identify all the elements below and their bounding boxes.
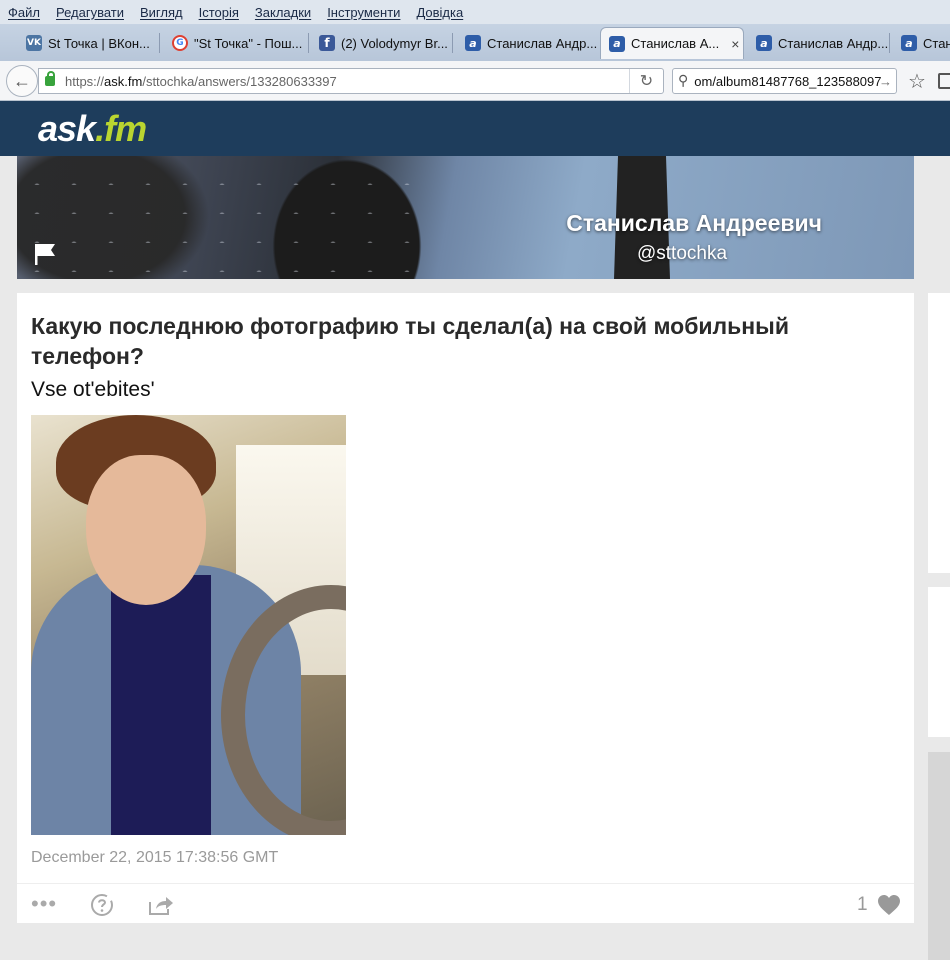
search-icon: ⚲ [678, 73, 689, 89]
url-bar[interactable]: https://ask.fm/sttochka/answers/13328063… [38, 68, 664, 94]
like-count: 1 [857, 894, 868, 915]
logo-suffix: .fm [95, 108, 147, 149]
tab-separator [308, 33, 309, 53]
google-icon: G [172, 35, 188, 51]
bookmark-star-icon[interactable]: ☆ [908, 69, 926, 93]
tab-separator [159, 33, 160, 53]
tab-label: Станислав Андр... [487, 35, 598, 51]
askfm-icon: a [901, 35, 917, 51]
menu-edit[interactable]: Редагувати [56, 5, 124, 20]
menu-file[interactable]: Файл [8, 5, 40, 20]
heart-icon[interactable] [877, 894, 901, 916]
tab-google[interactable]: G "St Точка" - Пош... [164, 27, 309, 59]
url-host: ask.fm [104, 73, 143, 89]
profile-handle[interactable]: @sttochka [602, 243, 762, 265]
url-text[interactable]: https://ask.fm/sttochka/answers/13328063… [65, 74, 337, 89]
tab-askfm-active[interactable]: a Станислав А... × [600, 27, 744, 59]
search-input[interactable]: ⚲ om/album81487768_123588097 → [672, 68, 897, 94]
tab-label: (2) Volodymyr Br... [341, 35, 448, 51]
bookmarks-menu-icon[interactable] [938, 73, 950, 89]
answer-photo[interactable] [31, 415, 346, 835]
tab-separator [889, 33, 890, 53]
answer-timestamp[interactable]: December 22, 2015 17:38:56 GMT [31, 849, 278, 867]
sidebar-panel [928, 752, 950, 960]
tab-label: Станислав А... [631, 36, 720, 51]
menu-bookmarks[interactable]: Закладки [255, 5, 311, 20]
tab-label: St Точка | ВКон... [48, 35, 150, 51]
answer-card: Какую последнюю фотографию ты сделал(а) … [17, 293, 914, 923]
askfm-icon: a [609, 35, 625, 52]
photo-shirt [111, 575, 211, 835]
sidebar-card [928, 587, 950, 737]
logo-main: ask [38, 108, 96, 149]
sidebar-card [928, 293, 950, 573]
vk-icon: VK [26, 35, 42, 51]
tab-label: Станислав Андр... [778, 35, 889, 51]
tab-label: "St Точка" - Пош... [194, 35, 303, 51]
profile-name[interactable]: Станислав Андреевич [542, 210, 822, 237]
tab-askfm-4[interactable]: a Стан [893, 27, 950, 59]
more-icon[interactable]: ••• [31, 893, 57, 915]
askfm-icon: a [465, 35, 481, 51]
menu-history[interactable]: Історія [199, 5, 239, 20]
lock-icon [45, 71, 55, 86]
tab-strip: VK St Точка | ВКон... G "St Точка" - Пош… [0, 24, 950, 61]
cover-snow-texture [17, 156, 437, 279]
share-icon[interactable] [148, 894, 174, 916]
askfm-logo[interactable]: ask.fm [38, 108, 147, 150]
search-go-icon[interactable]: → [879, 74, 892, 89]
photo-face [86, 455, 206, 605]
tab-askfm-3[interactable]: a Станислав Андр... [748, 27, 890, 59]
site-header: ask.fm [0, 101, 950, 156]
question-text: Какую последнюю фотографию ты сделал(а) … [31, 313, 789, 369]
ask-question-icon[interactable] [90, 893, 114, 917]
browser-navbar: ← https://ask.fm/sttochka/answers/133280… [0, 61, 950, 101]
menu-tools[interactable]: Інструменти [327, 5, 400, 20]
tab-separator [452, 33, 453, 53]
menu-view[interactable]: Вигляд [140, 5, 183, 20]
reload-icon[interactable]: ↻ [629, 69, 663, 93]
profile-cover: Станислав Андреевич @sttochka [17, 156, 914, 279]
flag-icon[interactable] [34, 242, 56, 266]
askfm-icon: a [756, 35, 772, 51]
menu-help[interactable]: Довідка [416, 5, 463, 20]
search-value: om/album81487768_123588097 [694, 73, 882, 89]
answer-text: Vse ot'ebites' [31, 378, 155, 401]
url-path: /sttochka/answers/133280633397 [142, 73, 337, 89]
browser-menu-bar: Файл Редагувати Вигляд Історія Закладки … [0, 0, 950, 24]
tab-askfm-1[interactable]: a Станислав Андр... [457, 27, 598, 59]
tab-label: Стан [923, 35, 950, 51]
tab-facebook[interactable]: f (2) Volodymyr Br... [311, 27, 453, 59]
facebook-icon: f [319, 35, 335, 51]
tab-vk[interactable]: VK St Точка | ВКон... [18, 27, 160, 59]
url-prefix: https:// [65, 73, 105, 89]
card-divider [17, 883, 914, 884]
close-tab-icon[interactable]: × [731, 36, 739, 52]
back-button[interactable]: ← [6, 65, 38, 97]
